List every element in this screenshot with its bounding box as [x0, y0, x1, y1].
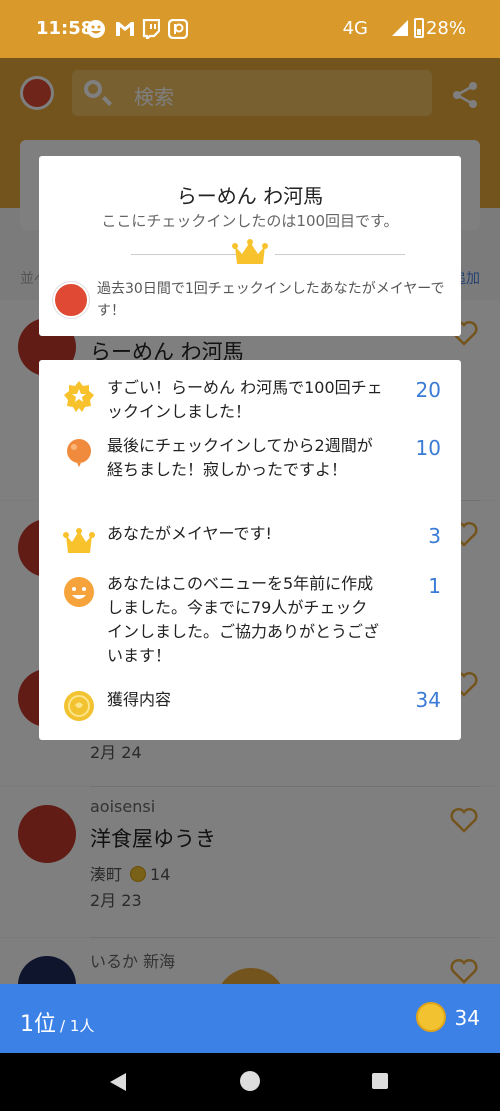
battery-icon	[414, 18, 424, 38]
reward-points: 1	[428, 574, 441, 598]
reward-points: 10	[415, 436, 441, 460]
rank-bar[interactable]: 1位/ 1人 34	[0, 984, 500, 1053]
reward-text: 最後にチェックインしてから2週間が経ちました！寂しかったですよ！	[107, 436, 373, 479]
total-coins: 34	[454, 1006, 480, 1030]
modal-subtitle: ここにチェックインしたのは100回目です。	[101, 212, 399, 230]
modal-title: らーめん わ河馬	[176, 184, 324, 208]
coin-icon	[64, 691, 94, 721]
reward-text: すごい！らーめん わ河馬で100回チェックインしました！	[107, 378, 383, 421]
rank-text: 1位/ 1人	[20, 1012, 95, 1037]
signal-icon	[392, 20, 408, 36]
patreon-icon	[168, 18, 188, 40]
status-time: 11:58	[36, 18, 94, 39]
balloon-icon	[67, 439, 91, 467]
coin-icon	[416, 1002, 446, 1032]
twitch-icon	[142, 18, 160, 40]
network-type: 4G	[342, 18, 368, 39]
smiley-icon	[86, 18, 106, 40]
mayor-message: 過去30日間で1回チェックインしたあなたがメイヤーです！	[97, 281, 445, 319]
reward-total-points: 34	[415, 688, 441, 712]
home-icon[interactable]	[240, 1071, 260, 1091]
reward-text: あなたがメイヤーです!	[107, 524, 272, 543]
crown-icon	[63, 528, 95, 553]
reward-text: あなたはこのベニューを5年前に作成しました。今までに79人がチェックインしました…	[107, 574, 380, 665]
checkin-modal: らーめん わ河馬 ここにチェックインしたのは100回目です。 過去30日間で1回…	[39, 156, 461, 336]
system-nav-bar	[0, 1053, 500, 1111]
venue-badge-icon	[53, 282, 89, 318]
gmail-icon	[114, 18, 136, 40]
reward-total-label: 獲得内容	[107, 690, 172, 709]
smiley-face-icon	[64, 577, 94, 607]
reward-points: 20	[415, 378, 441, 402]
status-bar: 11:58 4G 28%	[0, 0, 500, 58]
reward-points: 3	[428, 524, 441, 548]
star-badge-icon	[64, 381, 94, 412]
rewards-modal: すごい！らーめん わ河馬で100回チェックインしました！ 20 最後にチェックイ…	[39, 360, 461, 740]
recent-apps-icon[interactable]	[372, 1073, 388, 1089]
battery-percent: 28%	[425, 18, 466, 39]
crown-icon	[232, 239, 268, 264]
back-icon[interactable]	[110, 1073, 126, 1091]
divider	[275, 254, 405, 255]
